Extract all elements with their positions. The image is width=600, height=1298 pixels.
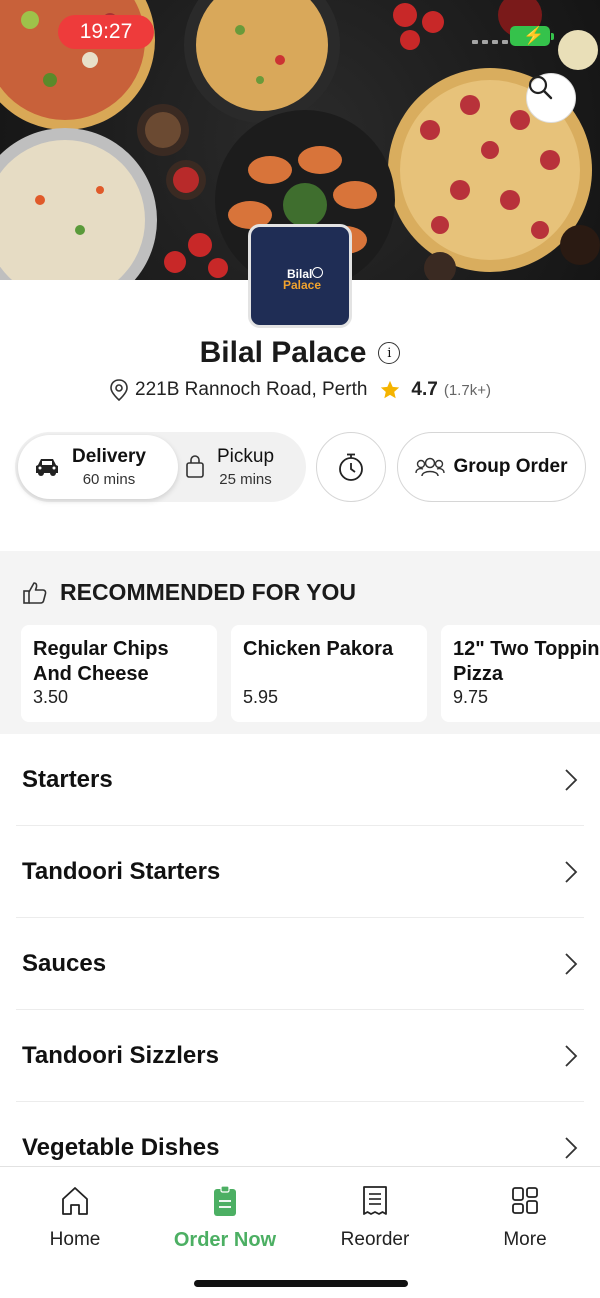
location-pin-icon <box>110 379 128 402</box>
tab-label: Reorder <box>340 1229 410 1250</box>
info-icon[interactable]: i <box>378 342 401 364</box>
order-clipboard-icon <box>214 1185 236 1216</box>
stopwatch-icon <box>339 453 363 481</box>
delivery-option[interactable]: Delivery 60 mins <box>18 435 178 499</box>
search-icon <box>528 75 553 100</box>
category-label: Sauces <box>22 949 107 977</box>
chevron-right-icon <box>565 860 578 883</box>
chevron-right-icon <box>565 1137 578 1159</box>
delivery-label: Delivery <box>72 446 146 467</box>
restaurant-address: 221B Rannoch Road, Perth <box>135 379 368 400</box>
rating-count: (1.7k+) <box>443 381 491 399</box>
category-row-sauces[interactable]: Sauces <box>16 918 584 1010</box>
tab-label: More <box>503 1229 547 1250</box>
recommended-item-price: 9.75 <box>453 687 489 707</box>
tab-label: Order Now <box>173 1229 277 1251</box>
recommended-card[interactable]: Chicken Pakora 5.95 <box>231 625 427 722</box>
chevron-right-icon <box>565 768 578 791</box>
group-order-label: Group Order <box>453 456 568 477</box>
address-row: 221B Rannoch Road, Perth 4.7 (1.7k+) <box>0 378 600 402</box>
rating-value: 4.7 <box>411 379 438 400</box>
category-label: Starters <box>22 765 113 793</box>
pickup-option[interactable]: Pickup 25 mins <box>185 435 303 499</box>
tab-label: Home <box>49 1229 101 1250</box>
thumbs-up-icon <box>23 581 47 604</box>
car-icon <box>36 459 58 476</box>
category-row-starters[interactable]: Starters <box>16 734 584 826</box>
recommended-item-price: 5.95 <box>243 687 279 707</box>
tab-home[interactable]: Home <box>0 1185 150 1251</box>
status-time: 19:27 <box>58 15 154 49</box>
receipt-icon <box>363 1186 387 1215</box>
tab-reorder[interactable]: Reorder <box>300 1185 450 1251</box>
recommended-item-name: Regular Chips And Cheese <box>33 638 169 685</box>
category-label: Tandoori Starters <box>22 857 221 885</box>
recommended-card[interactable]: Regular Chips And Cheese 3.50 <box>21 625 217 722</box>
logo-emblem-icon <box>312 267 323 278</box>
shopping-bag-icon <box>186 455 204 478</box>
pickup-time: 25 mins <box>219 471 272 488</box>
order-mode-toggle: Delivery 60 mins Pickup 25 mins <box>15 432 306 502</box>
restaurant-logo: Bilal Palace <box>248 224 352 328</box>
category-label: Tandoori Sizzlers <box>22 1041 219 1069</box>
category-row-tandoori-starters[interactable]: Tandoori Starters <box>16 826 584 918</box>
chevron-right-icon <box>565 952 578 975</box>
logo-text-line2: Palace <box>283 278 322 292</box>
signal-icon <box>472 40 508 44</box>
recommended-item-price: 3.50 <box>33 687 69 707</box>
recommended-item-name: 12" Two Topping Pizza <box>453 638 600 685</box>
recommended-heading-text: RECOMMENDED FOR YOU <box>60 579 357 605</box>
search-button[interactable] <box>526 73 576 123</box>
recommended-section: RECOMMENDED FOR YOU Regular Chips And Ch… <box>0 551 600 734</box>
restaurant-name: Bilal Palace <box>199 336 367 369</box>
schedule-button[interactable] <box>316 432 386 502</box>
tab-order-now[interactable]: Order Now <box>150 1185 300 1252</box>
battery-charging-icon: ⚡ <box>510 26 554 46</box>
home-indicator[interactable] <box>194 1280 408 1287</box>
recommended-heading: RECOMMENDED FOR YOU <box>22 579 356 606</box>
recommended-card[interactable]: 12" Two Topping Pizza 9.75 <box>441 625 600 722</box>
delivery-time: 60 mins <box>82 471 136 488</box>
group-users-icon <box>415 457 446 477</box>
category-label: Vegetable Dishes <box>22 1134 220 1161</box>
pickup-label: Pickup <box>217 446 275 467</box>
bottom-tab-bar: Home Order Now Reorder More <box>0 1166 600 1298</box>
star-icon <box>381 380 400 399</box>
restaurant-title-row: Bilal Palace i <box>0 336 600 370</box>
category-row-tandoori-sizzlers[interactable]: Tandoori Sizzlers <box>16 1010 584 1102</box>
grid-icon <box>512 1187 538 1214</box>
home-icon <box>62 1187 88 1215</box>
tab-more[interactable]: More <box>450 1185 600 1251</box>
group-order-button[interactable]: Group Order <box>397 432 586 502</box>
recommended-item-name: Chicken Pakora <box>243 638 394 660</box>
chevron-right-icon <box>565 1044 578 1067</box>
